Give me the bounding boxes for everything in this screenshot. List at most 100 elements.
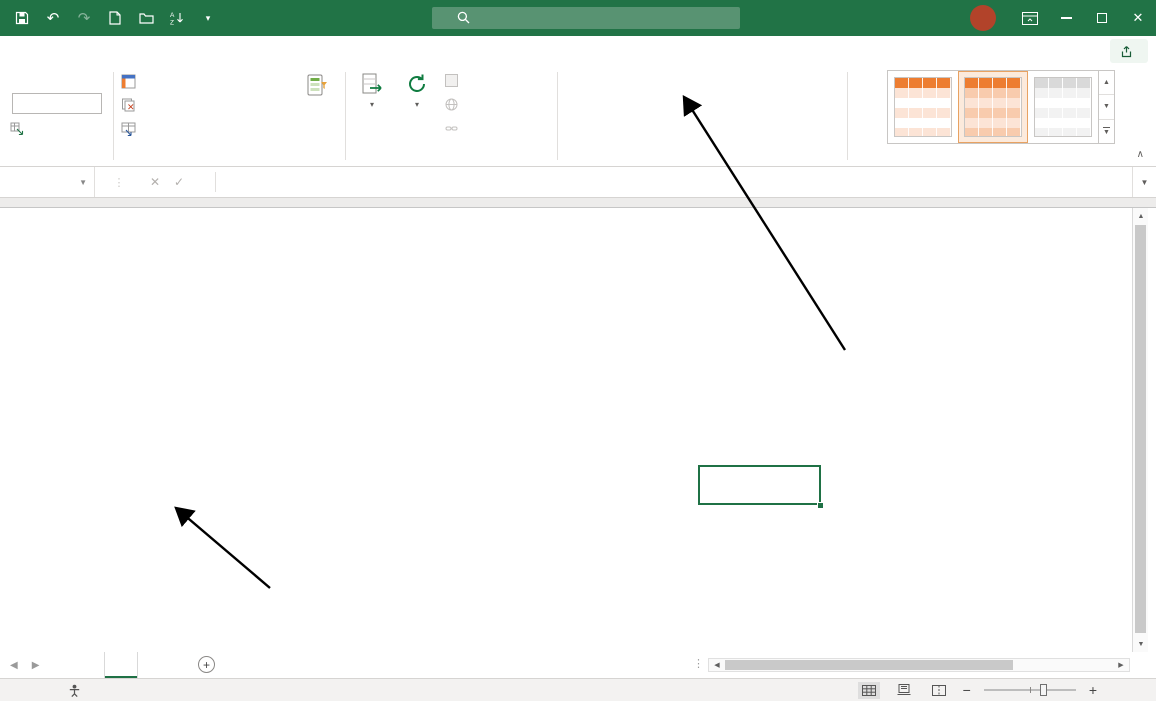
formula-bar-gap bbox=[0, 197, 1156, 208]
ribbon-display-options-icon[interactable] bbox=[1012, 0, 1048, 36]
scroll-down-icon[interactable]: ▼ bbox=[1133, 636, 1149, 652]
group-separator bbox=[557, 72, 558, 160]
zoom-slider-tick bbox=[1030, 687, 1031, 693]
qat-customize-chevron-icon[interactable]: ▾ bbox=[200, 10, 216, 26]
remove-duplicates-button[interactable]: ✕ bbox=[121, 98, 142, 113]
name-box[interactable]: ▼ bbox=[0, 167, 95, 197]
sheet-nav-right-icon[interactable]: ▶ bbox=[32, 660, 40, 671]
accessibility-button[interactable] bbox=[68, 684, 86, 697]
convert-to-range-button[interactable] bbox=[121, 122, 142, 137]
new-file-icon[interactable] bbox=[107, 10, 123, 26]
horizontal-scrollbar[interactable]: ◀ ▶ bbox=[708, 658, 1130, 672]
refresh-icon bbox=[406, 72, 428, 96]
formula-bar-splitter[interactable]: ⋮ bbox=[95, 167, 143, 197]
search-bar[interactable] bbox=[432, 7, 740, 29]
ribbon-tab-bar bbox=[0, 36, 1156, 66]
properties-icon bbox=[445, 74, 458, 87]
svg-text:A: A bbox=[170, 12, 175, 19]
normal-view-icon[interactable] bbox=[858, 682, 880, 699]
search-icon bbox=[457, 11, 470, 24]
group-separator bbox=[345, 72, 346, 160]
zoom-out-button[interactable]: − bbox=[963, 682, 971, 698]
scroll-left-icon[interactable]: ◀ bbox=[710, 659, 724, 671]
sheet-nav-left-icon[interactable]: ◀ bbox=[10, 660, 18, 671]
title-bar: ↶ ↷ AZ ▾ ✕ bbox=[0, 0, 1156, 36]
unlink-icon bbox=[445, 122, 458, 135]
page-layout-view-icon[interactable] bbox=[893, 682, 915, 699]
unlink-button bbox=[445, 122, 464, 135]
zoom-slider-thumb[interactable] bbox=[1040, 684, 1047, 696]
table-styles-gallery: ▲ ▼ ▼ bbox=[887, 70, 1115, 144]
table-styles-group: ▲ ▼ ▼ bbox=[849, 66, 1136, 166]
cancel-entry-button: ✕ bbox=[143, 167, 167, 197]
export-button[interactable]: ▾ bbox=[351, 72, 393, 109]
sheet-tabs-bar: ◀ ▶ + ⋮ ◀ ▶ bbox=[0, 652, 1156, 678]
group-separator bbox=[847, 72, 848, 160]
formula-bar: ▼ ⋮ ✕ ✓ ▼ bbox=[0, 167, 1156, 197]
sheet-nav-arrows: ◀ ▶ bbox=[10, 652, 39, 678]
summarize-with-pivottable-button[interactable] bbox=[121, 74, 142, 89]
expand-formula-bar-icon[interactable]: ▼ bbox=[1132, 167, 1156, 197]
refresh-button[interactable]: ▾ bbox=[395, 72, 439, 109]
quick-access-toolbar: ↶ ↷ AZ ▾ bbox=[14, 0, 216, 36]
resize-table-button[interactable] bbox=[10, 122, 29, 136]
table-name-input[interactable] bbox=[12, 93, 102, 114]
ribbon: ✕ ▾ ▾ bbox=[0, 66, 1156, 167]
share-button[interactable] bbox=[1110, 39, 1148, 63]
avatar[interactable] bbox=[970, 5, 996, 31]
fill-handle[interactable] bbox=[817, 502, 824, 509]
name-box-chevron-icon[interactable]: ▼ bbox=[79, 178, 87, 187]
zoom-slider[interactable] bbox=[984, 683, 1076, 697]
convert-to-range-icon bbox=[121, 122, 136, 137]
title-bar-right: ✕ bbox=[958, 0, 1156, 36]
open-folder-icon[interactable] bbox=[138, 10, 154, 26]
insert-function-button[interactable] bbox=[191, 167, 215, 197]
table-properties-button bbox=[445, 74, 464, 87]
save-icon[interactable] bbox=[14, 10, 30, 26]
svg-text:Z: Z bbox=[170, 20, 174, 26]
globe-icon bbox=[445, 98, 458, 111]
table-style-preview bbox=[1034, 77, 1092, 137]
refresh-dropdown-chevron-icon[interactable]: ▾ bbox=[415, 100, 419, 109]
maximize-button[interactable] bbox=[1084, 0, 1120, 36]
minimize-button[interactable] bbox=[1048, 0, 1084, 36]
open-in-browser-button bbox=[445, 98, 464, 111]
table-style-thumbnail-2-selected[interactable] bbox=[958, 71, 1028, 143]
sort-az-icon[interactable]: AZ bbox=[169, 10, 185, 26]
page-break-preview-icon[interactable] bbox=[928, 682, 950, 699]
gallery-more-icon[interactable]: ▼ bbox=[1099, 120, 1114, 143]
insert-slicer-button[interactable] bbox=[293, 72, 341, 102]
collapse-ribbon-icon[interactable]: ∧ bbox=[1137, 149, 1144, 160]
search-input[interactable] bbox=[458, 11, 698, 25]
vertical-scroll-thumb[interactable] bbox=[1135, 225, 1146, 633]
insert-slicer-icon bbox=[305, 72, 329, 98]
scroll-right-icon[interactable]: ▶ bbox=[1114, 659, 1128, 671]
export-dropdown-chevron-icon[interactable]: ▾ bbox=[370, 100, 374, 109]
scroll-up-icon[interactable]: ▲ bbox=[1133, 208, 1149, 224]
status-bar: − + bbox=[0, 678, 1156, 701]
vertical-scrollbar[interactable]: ▲ ▼ bbox=[1132, 208, 1148, 652]
table-style-preview bbox=[894, 77, 952, 137]
accessibility-icon bbox=[68, 684, 81, 697]
horizontal-scroll-thumb[interactable] bbox=[725, 660, 1013, 670]
formula-input[interactable] bbox=[216, 167, 1132, 197]
close-button[interactable]: ✕ bbox=[1120, 0, 1156, 36]
remove-duplicates-icon: ✕ bbox=[121, 98, 136, 113]
column-headers bbox=[0, 208, 1132, 240]
share-icon bbox=[1120, 45, 1133, 58]
undo-icon[interactable]: ↶ bbox=[45, 10, 61, 26]
gallery-scroll-down-icon[interactable]: ▼ bbox=[1099, 95, 1114, 119]
properties-group bbox=[6, 66, 113, 166]
zoom-in-button[interactable]: + bbox=[1089, 682, 1097, 698]
table-style-thumbnail-3[interactable] bbox=[1028, 71, 1098, 143]
sheet-area bbox=[0, 208, 1132, 652]
table-style-thumbnail-1[interactable] bbox=[888, 71, 958, 143]
sheet-tab-sheet1[interactable] bbox=[104, 652, 138, 678]
new-sheet-button[interactable]: + bbox=[198, 656, 215, 673]
gallery-scroll-controls: ▲ ▼ ▼ bbox=[1098, 71, 1114, 143]
pivottable-icon bbox=[121, 74, 136, 89]
export-icon bbox=[361, 72, 383, 96]
gallery-scroll-up-icon[interactable]: ▲ bbox=[1099, 71, 1114, 95]
tab-bar-splitter[interactable]: ⋮ bbox=[693, 657, 704, 670]
selected-cell-outline bbox=[698, 465, 821, 505]
